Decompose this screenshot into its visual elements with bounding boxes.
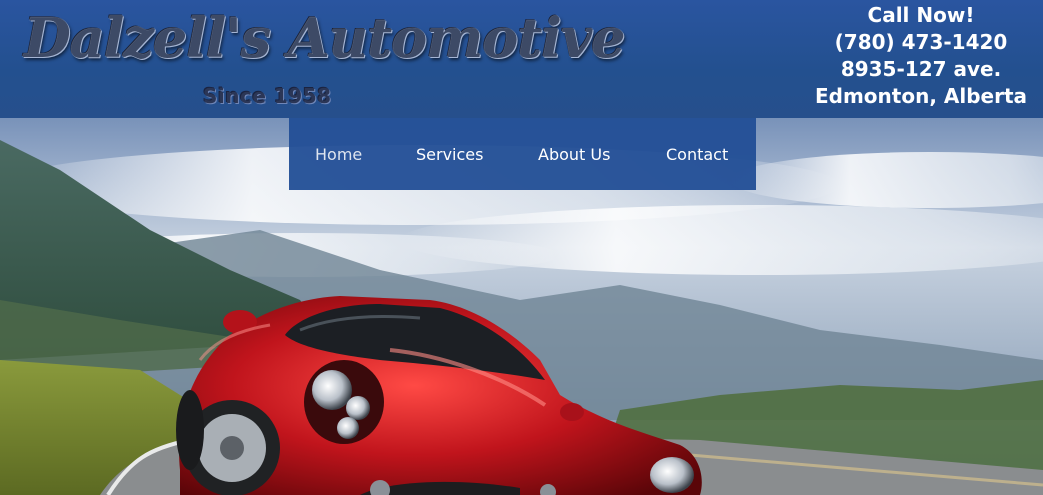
nav-about-us-link[interactable]: About Us [538,145,610,164]
city-address: Edmonton, Alberta [814,84,1028,108]
street-address: 8935-127 ave. [840,57,1002,81]
nav-home-link[interactable]: Home [315,145,362,164]
site-tagline: Since 1958 [203,84,332,108]
site-logo[interactable]: Dalzell's Automotive [24,6,626,70]
nav-contact-link[interactable]: Contact [666,145,728,164]
phone-number[interactable]: (780) 473-1420 [801,29,1041,56]
nav-services-link[interactable]: Services [416,145,483,164]
call-now-label: Call Now! [867,3,975,27]
site-header: Dalzell's Automotive Since 1958 Call Now… [0,0,1043,118]
contact-block: Call Now! (780) 473-1420 8935-127 ave. E… [801,2,1041,110]
main-nav: Home Services About Us Contact [289,118,756,190]
